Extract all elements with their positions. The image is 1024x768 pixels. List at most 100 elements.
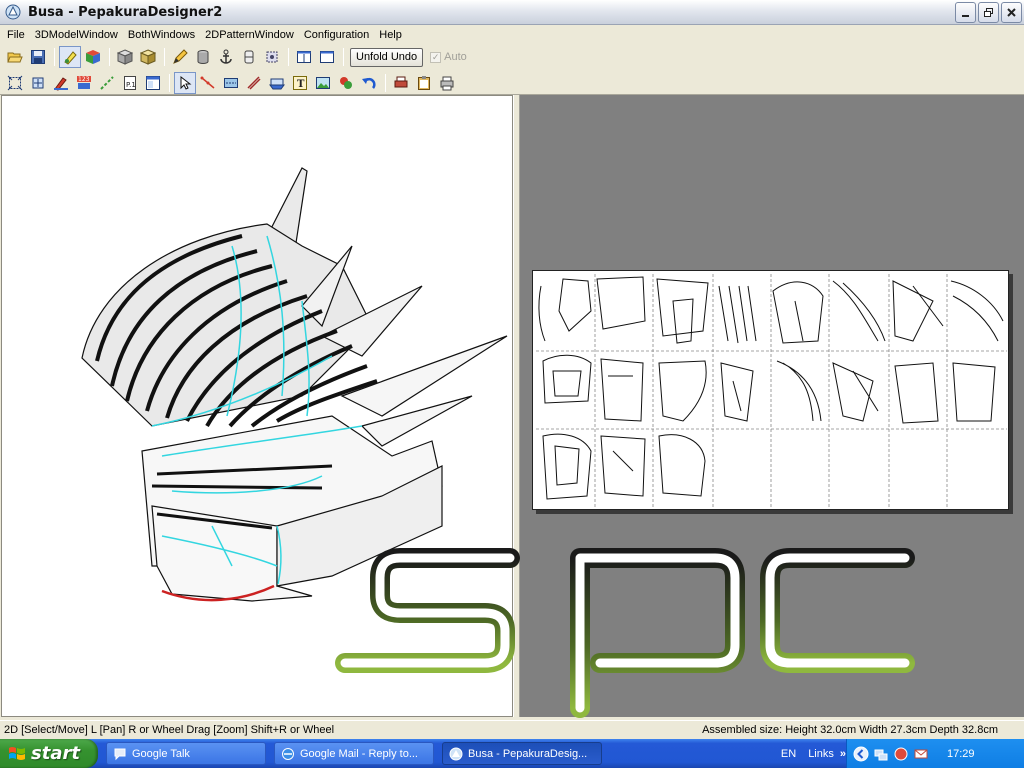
open-button[interactable]	[4, 46, 26, 68]
unfold-undo-button[interactable]: Unfold Undo	[350, 47, 424, 67]
toolbar-separator	[109, 48, 110, 66]
image-button[interactable]	[312, 72, 334, 94]
solid-view-icon	[117, 49, 133, 65]
system-tray: 17:29	[846, 739, 1024, 768]
status-mode-text: 2D [Select/Move] L [Pan] R or Wheel Drag…	[4, 724, 335, 736]
close-button[interactable]	[1001, 2, 1022, 23]
join-edges-button[interactable]	[96, 72, 118, 94]
close-icon	[1007, 8, 1016, 17]
number-labels-button[interactable]: 123	[73, 72, 95, 94]
fold-line-button[interactable]	[243, 72, 265, 94]
toolbar-separator	[385, 73, 386, 92]
menu-configuration[interactable]: Configuration	[299, 25, 374, 45]
clock[interactable]: 17:29	[947, 748, 975, 760]
shaded-view-button[interactable]	[137, 46, 159, 68]
taskbar-item-google-talk[interactable]: Google Talk	[106, 742, 266, 765]
taskbar-item-pepakura[interactable]: Busa - PepakuraDesig...	[442, 742, 602, 765]
taskbar-item-google-mail[interactable]: Google Mail - Reply to...	[274, 742, 434, 765]
clipboard-button[interactable]	[413, 72, 435, 94]
pencil-button[interactable]	[169, 46, 191, 68]
select-arrow-button[interactable]	[174, 71, 196, 94]
print-button[interactable]	[436, 72, 458, 94]
zoom-fit-icon	[7, 75, 23, 90]
page-layout-button[interactable]	[142, 72, 164, 94]
zoom-fit-button[interactable]	[4, 72, 26, 94]
split-window-icon	[320, 51, 334, 63]
messenger-icon[interactable]	[893, 746, 909, 762]
flap-button[interactable]	[266, 72, 288, 94]
anchor-button[interactable]	[215, 46, 237, 68]
network-icon[interactable]	[873, 746, 889, 762]
texture-toggle-icon	[64, 51, 77, 65]
save-button[interactable]	[27, 46, 49, 68]
move-part-button[interactable]	[27, 72, 49, 94]
menu-3d-model-window[interactable]: 3DModelWindow	[30, 25, 123, 45]
text-button[interactable]: T	[289, 72, 311, 94]
flap-icon	[269, 78, 285, 89]
undo-button[interactable]	[358, 72, 380, 94]
number-labels-icon: 123	[77, 75, 91, 89]
svg-text:T: T	[297, 79, 305, 90]
color-cube-button[interactable]	[82, 46, 104, 68]
edge-button[interactable]	[238, 46, 260, 68]
text-icon: T	[293, 75, 307, 90]
checkmark-icon: ✓	[430, 51, 442, 63]
toolbar-separator	[288, 48, 289, 66]
pencil-icon	[173, 49, 188, 64]
solid-view-button[interactable]	[114, 46, 136, 68]
status-assembled-size: Assembled size: Height 32.0cm Width 27.3…	[702, 724, 998, 736]
single-window-button[interactable]	[293, 46, 315, 68]
anchor-icon	[220, 49, 232, 64]
menu-2d-pattern-window[interactable]: 2DPatternWindow	[200, 25, 299, 45]
title-bar[interactable]: Busa - PepakuraDesigner2	[0, 0, 1024, 25]
edit-node-icon	[200, 76, 215, 89]
links-toolbar: EN Links »	[781, 739, 846, 768]
cut-line-button[interactable]	[220, 72, 242, 94]
undo-icon	[362, 77, 376, 89]
rotate-view-icon	[266, 51, 278, 63]
edit-color-icon	[54, 76, 68, 91]
mail-icon[interactable]	[913, 746, 929, 762]
toolbar-separator	[54, 48, 55, 66]
links-label[interactable]: Links	[808, 748, 834, 760]
print-icon	[440, 76, 454, 90]
start-label: start	[31, 743, 80, 764]
chat-bubble-icon	[114, 748, 126, 760]
menu-bar: File 3DModelWindow BothWindows 2DPattern…	[0, 25, 1024, 45]
open-icon	[7, 52, 23, 63]
language-indicator[interactable]: EN	[781, 748, 796, 760]
menu-help[interactable]: Help	[374, 25, 407, 45]
split-window-button[interactable]	[316, 46, 338, 68]
page-layout-icon	[146, 75, 160, 90]
start-button[interactable]: start	[0, 739, 98, 768]
join-edges-icon	[100, 75, 114, 90]
restore-icon	[984, 8, 993, 17]
save-icon	[31, 50, 45, 64]
puzzle-button[interactable]	[335, 72, 357, 94]
minimize-button[interactable]	[955, 2, 976, 23]
shaded-view-icon	[140, 49, 156, 65]
edit-node-button[interactable]	[197, 72, 219, 94]
back-arrow-icon[interactable]	[853, 746, 869, 762]
toolbar-separator	[343, 48, 344, 66]
page-number-button[interactable]: P.1	[119, 72, 141, 94]
auto-checkbox[interactable]: ✓ Auto	[430, 51, 467, 63]
cylinder-button[interactable]	[192, 46, 214, 68]
svg-text:123: 123	[78, 76, 90, 83]
internet-explorer-icon	[282, 747, 294, 760]
cylinder-icon	[197, 50, 209, 64]
menu-file[interactable]: File	[2, 25, 30, 45]
single-window-icon	[297, 51, 311, 63]
restore-button[interactable]	[978, 2, 999, 23]
spc-watermark-logo: spc	[335, 548, 915, 718]
rotate-view-button[interactable]	[261, 46, 283, 68]
pepakura-app-icon	[449, 747, 463, 760]
pepakura-app-icon	[5, 4, 21, 20]
texture-toggle-button[interactable]	[59, 46, 81, 68]
puzzle-icon	[340, 76, 352, 89]
clipboard-icon	[418, 75, 430, 90]
auto-label: Auto	[444, 51, 467, 63]
print-color-button[interactable]	[390, 72, 412, 94]
menu-both-windows[interactable]: BothWindows	[123, 25, 200, 45]
edit-color-button[interactable]	[50, 72, 72, 94]
